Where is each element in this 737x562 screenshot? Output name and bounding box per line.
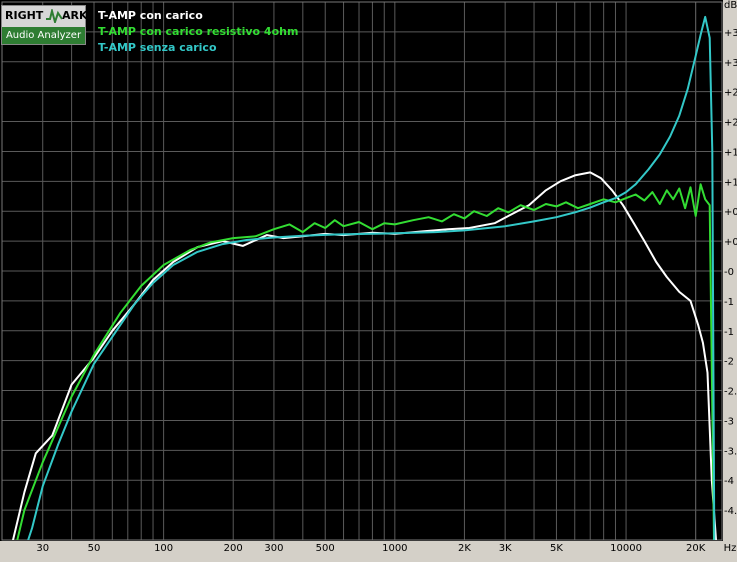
x-tick-label-20K: 20K bbox=[686, 543, 706, 554]
y-tick-label: -0 bbox=[724, 267, 734, 278]
x-tick-label-30: 30 bbox=[36, 543, 49, 554]
y-tick-label: -3.5 bbox=[724, 446, 737, 457]
x-tick-label-2K: 2K bbox=[458, 543, 471, 554]
x-axis-unit-label: Hz bbox=[724, 543, 737, 554]
x-tick-label-5K: 5K bbox=[550, 543, 563, 554]
x-tick-label-50: 50 bbox=[88, 543, 101, 554]
rightmark-logo: RIGHT ARK Audio Analyzer bbox=[1, 5, 88, 45]
y-tick-label: -1 bbox=[724, 297, 734, 308]
x-tick-label-500: 500 bbox=[316, 543, 335, 554]
y-tick-label: +1 bbox=[724, 147, 737, 158]
logo-subtitle: Audio Analyzer bbox=[2, 27, 85, 44]
x-tick-label-200: 200 bbox=[224, 543, 243, 554]
y-tick-label: -2.5 bbox=[724, 387, 737, 398]
y-tick-label: +0 bbox=[724, 207, 737, 218]
x-tick-label-300: 300 bbox=[264, 543, 283, 554]
x-tick-label-1000: 1000 bbox=[382, 543, 407, 554]
legend-entry-resistivo-4ohm: T-AMP con carico resistivo 4ohm bbox=[98, 25, 299, 38]
frequency-response-plot: 30 50 100 200 300 500 1000 2K 3K 5K 10000 20K Hz dB +3… bbox=[0, 0, 737, 562]
x-tick-label-10000: 10000 bbox=[610, 543, 642, 554]
y-tick-label: +3 bbox=[724, 58, 737, 69]
y-tick-label: -2 bbox=[724, 357, 734, 368]
y-tick-label: -3 bbox=[724, 416, 734, 427]
y-tick-label: -1 bbox=[724, 327, 734, 338]
y-axis-unit-label: dB bbox=[724, 0, 737, 11]
y-tick-label: +3 bbox=[724, 28, 737, 39]
y-tick-label: -4.5 bbox=[724, 506, 737, 517]
y-tick-label: +2 bbox=[724, 118, 737, 129]
heartbeat-icon bbox=[46, 9, 62, 23]
x-tick-label-100: 100 bbox=[154, 543, 173, 554]
y-tick-label: +2 bbox=[724, 88, 737, 99]
y-tick-label: -4 bbox=[724, 476, 734, 487]
logo-right-word: ARK bbox=[62, 9, 88, 22]
y-tick-label: +0 bbox=[724, 237, 737, 248]
y-tick-label: +1 bbox=[724, 177, 737, 188]
chart-legend: T-AMP con carico T-AMP con carico resist… bbox=[98, 8, 298, 56]
legend-entry-senza-carico: T-AMP senza carico bbox=[98, 41, 217, 54]
logo-left-word: RIGHT bbox=[5, 9, 44, 22]
legend-entry-con-carico: T-AMP con carico bbox=[98, 9, 203, 22]
x-tick-label-3K: 3K bbox=[499, 543, 512, 554]
